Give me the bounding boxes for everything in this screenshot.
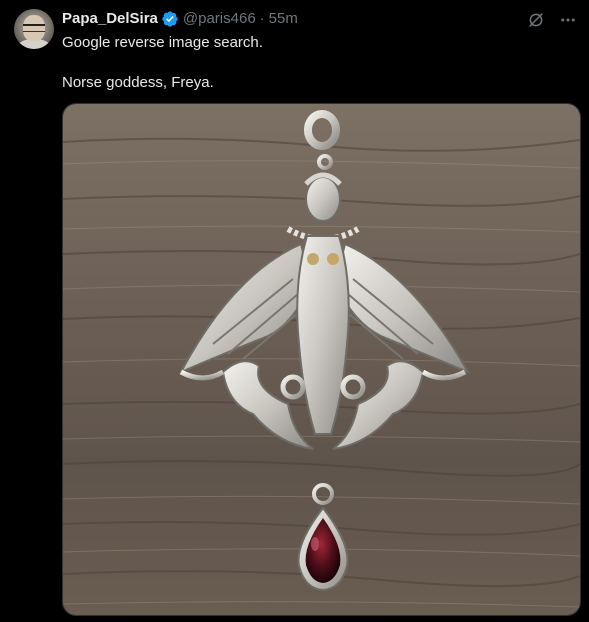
tweet-text-line: Google reverse image search.	[62, 34, 263, 51]
tweet-header: Papa_DelSira @paris466 · 55m	[62, 9, 298, 29]
handle[interactable]: @paris466	[183, 9, 256, 29]
avatar[interactable]	[14, 9, 54, 49]
tweet-text: Google reverse image search. Norse godde…	[62, 33, 572, 93]
tweet-text-line: Norse goddess, Freya.	[62, 74, 214, 91]
more-icon[interactable]	[557, 9, 579, 31]
timestamp[interactable]: 55m	[269, 9, 298, 29]
display-name[interactable]: Papa_DelSira	[62, 9, 158, 29]
tweet-card[interactable]: Papa_DelSira @paris466 · 55m Google reve…	[0, 0, 589, 622]
grok-icon[interactable]	[525, 9, 547, 31]
tweet-media-image[interactable]	[62, 103, 581, 616]
avatar-glasses	[23, 24, 45, 32]
tweet-top-actions	[525, 9, 579, 31]
pendant-photo	[63, 104, 580, 615]
verified-badge-icon[interactable]	[161, 10, 179, 28]
separator-dot: ·	[259, 10, 265, 27]
